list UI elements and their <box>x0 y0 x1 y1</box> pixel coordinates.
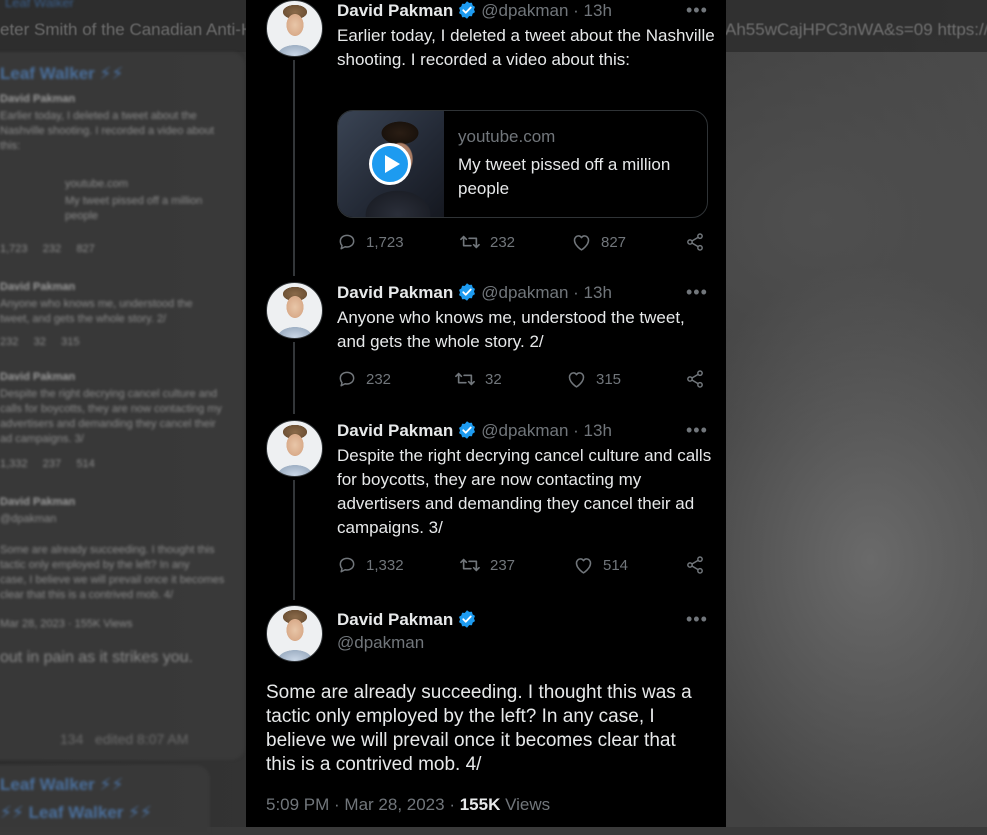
background-message-card: Leaf Walker ⚡⚡ David Pakman Earlier toda… <box>0 52 245 760</box>
background-mini-stats: 1,332 237 514 <box>0 458 95 470</box>
background-mini-stats: 1,723 232 827 <box>0 243 95 255</box>
background-mini-text: Despite the right decrying cancel cultur… <box>0 388 222 445</box>
background-mini-text: Earlier today, I deleted a tweet about t… <box>0 110 215 152</box>
author-handle[interactable]: @dpakman · 13h <box>481 283 612 302</box>
views-count: 155K <box>459 795 501 814</box>
background-views-edited: 134 edited 8:07 AM <box>60 731 189 747</box>
tweet-actions: 1,332 237 514 <box>337 555 707 577</box>
background-link-text-left: eter Smith of the Canadian Anti-H <box>0 20 254 39</box>
reply-icon <box>337 555 357 575</box>
avatar[interactable] <box>266 0 323 57</box>
like-icon <box>571 232 592 252</box>
background-mini-text: Some are already succeeding. I thought t… <box>0 544 225 601</box>
like-button[interactable]: 315 <box>566 369 621 389</box>
video-thumbnail <box>338 111 444 217</box>
retweet-button[interactable]: 232 <box>459 232 515 252</box>
background-mini-handle: @dpakman <box>0 513 57 525</box>
link-card[interactable]: youtube.com My tweet pissed off a millio… <box>337 110 708 218</box>
verified-badge-icon <box>457 282 477 307</box>
reply-count: 1,332 <box>366 556 404 574</box>
like-icon <box>566 369 587 389</box>
reply-button[interactable]: 232 <box>337 369 391 389</box>
author-name[interactable]: David Pakman <box>337 1 453 20</box>
tweet-header: David Pakman @dpakman · 13h <box>337 282 612 304</box>
retweet-icon <box>454 369 476 389</box>
background-mini-stats: 232 32 315 <box>0 336 80 348</box>
reply-count: 232 <box>366 370 392 388</box>
like-icon <box>573 555 594 575</box>
background-mini-meta: Mar 28, 2023 · 155K Views <box>0 618 133 630</box>
author-name[interactable]: David Pakman <box>337 610 453 629</box>
like-button[interactable]: 514 <box>573 555 628 575</box>
share-icon[interactable] <box>685 232 705 256</box>
background-next-reply: ⚡⚡ Leaf Walker ⚡⚡ <box>0 803 152 822</box>
author-handle[interactable]: @dpakman · 13h <box>481 1 612 20</box>
like-count: 514 <box>603 556 629 574</box>
link-card-title: My tweet pissed off a million people <box>458 155 671 198</box>
retweet-icon <box>459 232 481 252</box>
tweet-text: Earlier today, I deleted a tweet about t… <box>337 26 715 69</box>
background-mini-card-title: My tweet pissed off a million people <box>65 195 203 222</box>
background-next-sender: Leaf Walker ⚡⚡ <box>0 775 124 794</box>
verified-badge-icon <box>457 609 477 634</box>
verified-badge-icon <box>457 420 477 445</box>
tweet-header: David Pakman @dpakman · 13h <box>337 420 612 442</box>
tweet-thread-panel: David Pakman @dpakman · 13h ••• Earlier t… <box>246 0 726 827</box>
play-icon[interactable] <box>369 143 411 185</box>
retweet-button[interactable]: 32 <box>454 369 502 389</box>
views-label: Views <box>500 795 551 814</box>
avatar[interactable] <box>266 282 323 339</box>
background-mini-author: David Pakman <box>0 371 76 383</box>
share-icon[interactable] <box>685 369 705 393</box>
background-caption: out in pain as it strikes you. <box>0 649 193 666</box>
tweet-actions: 232 32 315 <box>337 369 707 391</box>
retweet-count: 237 <box>490 556 516 574</box>
background-mini-card-domain: youtube.com <box>65 178 128 190</box>
author-name[interactable]: David Pakman <box>337 283 453 302</box>
background-sender-name: Leaf Walker <box>5 0 74 10</box>
author-handle[interactable]: @dpakman · 13h <box>481 421 612 440</box>
link-card-domain: youtube.com <box>458 127 556 146</box>
share-icon[interactable] <box>685 555 705 579</box>
thread-connector-line <box>293 342 295 414</box>
retweet-button[interactable]: 237 <box>459 555 515 575</box>
tweet-text: Anyone who knows me, understood the twee… <box>337 308 685 351</box>
reply-button[interactable]: 1,723 <box>337 232 404 252</box>
verified-badge-icon <box>457 0 477 25</box>
tweet-header: David Pakman <box>337 609 477 634</box>
avatar[interactable] <box>266 420 323 477</box>
like-button[interactable]: 827 <box>571 232 626 252</box>
background-mini-text: Anyone who knows me, understood the twee… <box>0 298 193 325</box>
more-icon[interactable]: ••• <box>686 0 708 21</box>
tweet-text: Despite the right decrying cancel cultur… <box>337 446 712 537</box>
author-name[interactable]: David Pakman <box>337 421 453 440</box>
retweet-count: 232 <box>490 233 516 251</box>
background-mini-author: David Pakman <box>0 281 76 293</box>
thread-connector-line <box>293 480 295 600</box>
background-mini-author: David Pakman <box>0 93 76 105</box>
retweet-count: 32 <box>485 370 502 388</box>
tweet-meta: 5:09 PM · Mar 28, 2023 · 155K Views <box>266 795 550 815</box>
tweet-actions: 1,723 232 827 <box>337 232 707 254</box>
like-count: 827 <box>601 233 627 251</box>
tweet-text: Some are already succeeding. I thought t… <box>266 682 692 775</box>
more-icon[interactable]: ••• <box>686 609 708 630</box>
retweet-icon <box>459 555 481 575</box>
background-next-message: Leaf Walker ⚡⚡ ⚡⚡ Leaf Walker ⚡⚡ <box>0 765 210 835</box>
background-link-text-right: Ah55wCajHPC3nWA&s=09 https:// <box>725 20 987 39</box>
reply-icon <box>337 369 357 389</box>
reply-icon <box>337 232 357 252</box>
reply-count: 1,723 <box>366 233 404 251</box>
tweet-timestamp[interactable]: 5:09 PM · Mar 28, 2023 · <box>266 795 460 814</box>
tweet-header: David Pakman @dpakman · 13h <box>337 0 612 22</box>
thread-connector-line <box>293 60 295 276</box>
more-icon[interactable]: ••• <box>686 282 708 303</box>
background-mini-author: David Pakman <box>0 496 76 508</box>
more-icon[interactable]: ••• <box>686 420 708 441</box>
avatar[interactable] <box>266 605 323 662</box>
background-card-header: Leaf Walker ⚡⚡ <box>0 64 124 83</box>
reply-button[interactable]: 1,332 <box>337 555 404 575</box>
like-count: 315 <box>596 370 622 388</box>
author-handle[interactable]: @dpakman <box>337 633 424 653</box>
